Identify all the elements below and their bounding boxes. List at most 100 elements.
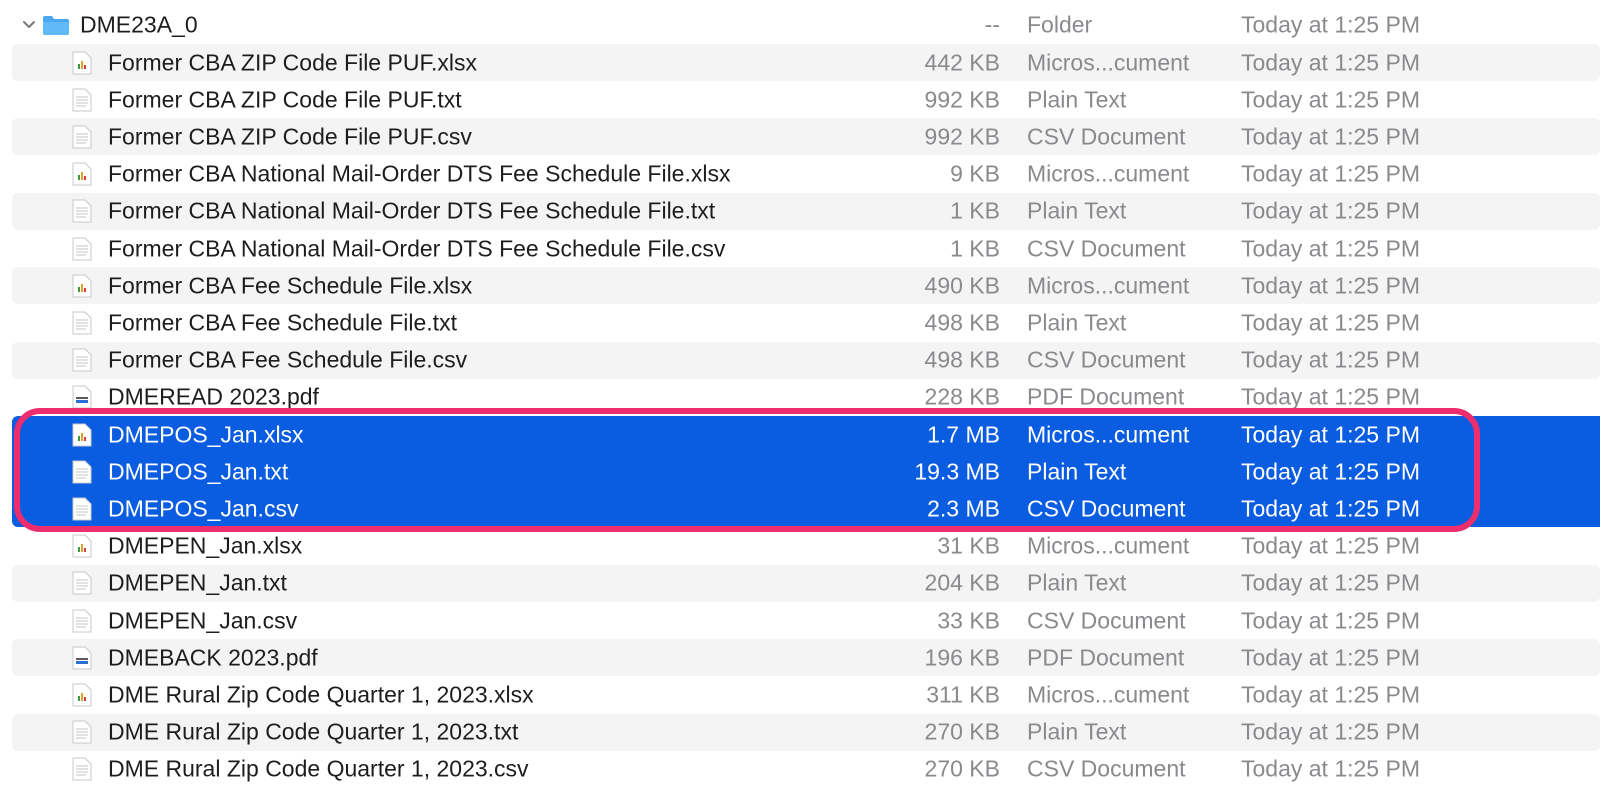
file-size: 1 KB xyxy=(950,197,1000,224)
file-kind: Plain Text xyxy=(1027,569,1127,596)
file-kind: CSV Document xyxy=(1027,755,1186,782)
text-file-icon xyxy=(72,609,92,633)
file-date: Today at 1:25 PM xyxy=(1241,569,1420,596)
file-name: Former CBA Fee Schedule File.txt xyxy=(108,309,457,336)
file-kind: CSV Document xyxy=(1027,123,1186,150)
file-size: 992 KB xyxy=(924,123,1000,150)
file-row[interactable]: Former CBA ZIP Code File PUF.xlsx 442 KB M… xyxy=(12,44,1600,81)
file-name: Former CBA ZIP Code File PUF.txt xyxy=(108,86,462,113)
file-name: DME Rural Zip Code Quarter 1, 2023.csv xyxy=(108,755,529,782)
file-row[interactable]: Former CBA ZIP Code File PUF.csv 992 KB CS… xyxy=(12,118,1600,156)
text-file-icon xyxy=(72,460,92,484)
file-date: Today at 1:25 PM xyxy=(1241,458,1420,485)
file-date: Today at 1:25 PM xyxy=(1241,160,1420,187)
file-name: Former CBA National Mail-Order DTS Fee S… xyxy=(108,160,731,187)
file-row[interactable]: DME Rural Zip Code Quarter 1, 2023.xlsx 3… xyxy=(12,676,1600,713)
file-row[interactable]: DMEPOS_Jan.xlsx 1.7 MB Micros...cument Toda… xyxy=(12,416,1600,453)
file-size: 204 KB xyxy=(924,569,1000,596)
file-name: Former CBA Fee Schedule File.xlsx xyxy=(108,272,473,299)
file-date: Today at 1:25 PM xyxy=(1241,235,1420,261)
file-kind: CSV Document xyxy=(1027,607,1186,633)
file-name: DMEPEN_Jan.csv xyxy=(108,607,298,633)
file-size: 442 KB xyxy=(924,49,1000,75)
excel-file-icon xyxy=(72,534,92,558)
file-kind: Plain Text xyxy=(1027,309,1127,336)
file-date: Today at 1:25 PM xyxy=(1241,607,1420,633)
file-size: 1 KB xyxy=(950,235,1000,261)
file-name: Former CBA Fee Schedule File.csv xyxy=(108,346,468,373)
excel-file-icon xyxy=(72,274,92,298)
file-size: 992 KB xyxy=(924,86,1000,113)
folder-row[interactable]: DME23A_0 -- Folder Today at 1:25 PM xyxy=(12,6,1600,44)
folder-size: -- xyxy=(984,11,1000,38)
file-row[interactable]: Former CBA National Mail-Order DTS Fee S… xyxy=(12,156,1600,193)
file-size: 498 KB xyxy=(924,309,1000,336)
file-date: Today at 1:25 PM xyxy=(1241,421,1420,447)
file-kind: Plain Text xyxy=(1027,458,1127,485)
file-row[interactable]: DMEPEN_Jan.txt 204 KB Plain Text Today at 1… xyxy=(12,564,1600,602)
file-size: 490 KB xyxy=(924,272,1000,299)
file-row[interactable]: DMEPEN_Jan.csv 33 KB CSV Document Today at … xyxy=(12,602,1600,639)
file-kind: Plain Text xyxy=(1027,197,1127,224)
file-kind: PDF Document xyxy=(1027,383,1185,410)
file-row[interactable]: Former CBA Fee Schedule File.txt 498 KB Pl… xyxy=(12,304,1600,341)
text-file-icon xyxy=(72,497,92,521)
file-date: Today at 1:25 PM xyxy=(1241,495,1420,522)
file-size: 311 KB xyxy=(926,681,1000,708)
file-kind: PDF Document xyxy=(1027,644,1185,671)
file-row[interactable]: DMEPEN_Jan.xlsx 31 KB Micros...cument Today… xyxy=(12,528,1600,565)
file-date: Today at 1:25 PM xyxy=(1241,86,1420,113)
folder-kind: Folder xyxy=(1027,11,1093,38)
file-name: DMEPOS_Jan.txt xyxy=(108,458,289,485)
file-name: DMEREAD 2023.pdf xyxy=(108,383,319,410)
file-date: Today at 1:25 PM xyxy=(1241,346,1420,373)
file-row[interactable]: Former CBA National Mail-Order DTS Fee S… xyxy=(12,192,1600,230)
file-row[interactable]: Former CBA ZIP Code File PUF.txt 992 KB Pl… xyxy=(12,81,1600,118)
text-file-icon xyxy=(72,348,92,372)
file-name: DMEBACK 2023.pdf xyxy=(108,644,318,671)
file-size: 31 KB xyxy=(937,532,1000,559)
file-row[interactable]: DME Rural Zip Code Quarter 1, 2023.txt 27… xyxy=(12,713,1600,751)
file-date: Today at 1:25 PM xyxy=(1241,197,1420,224)
file-row[interactable]: Former CBA National Mail-Order DTS Fee S… xyxy=(12,230,1600,267)
text-file-icon xyxy=(72,757,92,781)
file-date: Today at 1:25 PM xyxy=(1241,383,1420,410)
text-file-icon xyxy=(72,125,92,149)
file-row[interactable]: Former CBA Fee Schedule File.csv 498 KB CS… xyxy=(12,341,1600,379)
file-kind: Micros...cument xyxy=(1027,681,1190,708)
file-kind: CSV Document xyxy=(1027,346,1186,373)
file-name: DMEPEN_Jan.xlsx xyxy=(108,532,303,559)
file-date: Today at 1:25 PM xyxy=(1241,644,1420,671)
file-size: 196 KB xyxy=(924,644,1000,671)
file-row[interactable]: DMEPOS_Jan.txt 19.3 MB Plain Text Today at … xyxy=(12,453,1600,491)
file-kind: Plain Text xyxy=(1027,718,1127,745)
file-name: Former CBA ZIP Code File PUF.csv xyxy=(108,123,472,150)
file-row[interactable]: DME Rural Zip Code Quarter 1, 2023.csv 27… xyxy=(12,751,1600,788)
file-row[interactable]: DMEBACK 2023.pdf 196 KB PDF Document Today … xyxy=(12,639,1600,677)
file-size: 9 KB xyxy=(950,160,1000,187)
file-kind: Micros...cument xyxy=(1027,49,1190,75)
excel-file-icon xyxy=(72,423,92,447)
file-row[interactable]: Former CBA Fee Schedule File.xlsx 490 KB M… xyxy=(12,267,1600,305)
file-kind: Micros...cument xyxy=(1027,421,1190,447)
file-size: 33 KB xyxy=(937,607,1000,633)
chevron-down-icon[interactable] xyxy=(20,16,38,34)
file-size: 270 KB xyxy=(924,755,1000,782)
text-file-icon xyxy=(72,88,92,112)
file-kind: Micros...cument xyxy=(1027,532,1190,559)
folder-name: DME23A_0 xyxy=(80,11,198,38)
file-size: 1.7 MB xyxy=(927,421,1000,447)
file-row[interactable]: DMEREAD 2023.pdf 228 KB PDF Document Today … xyxy=(12,379,1600,416)
pdf-file-icon xyxy=(72,646,92,670)
file-size: 270 KB xyxy=(924,718,1000,745)
file-date: Today at 1:25 PM xyxy=(1241,49,1420,75)
text-file-icon xyxy=(72,237,92,261)
folder-icon xyxy=(42,14,70,36)
file-name: DMEPEN_Jan.txt xyxy=(108,569,287,596)
excel-file-icon xyxy=(72,162,92,186)
file-row[interactable]: DMEPOS_Jan.csv 2.3 MB CSV Document Today at… xyxy=(12,490,1600,528)
file-name: DME Rural Zip Code Quarter 1, 2023.txt xyxy=(108,718,519,745)
file-name: DMEPOS_Jan.csv xyxy=(108,495,299,522)
file-size: 2.3 MB xyxy=(927,495,1000,522)
file-kind: Plain Text xyxy=(1027,86,1127,113)
